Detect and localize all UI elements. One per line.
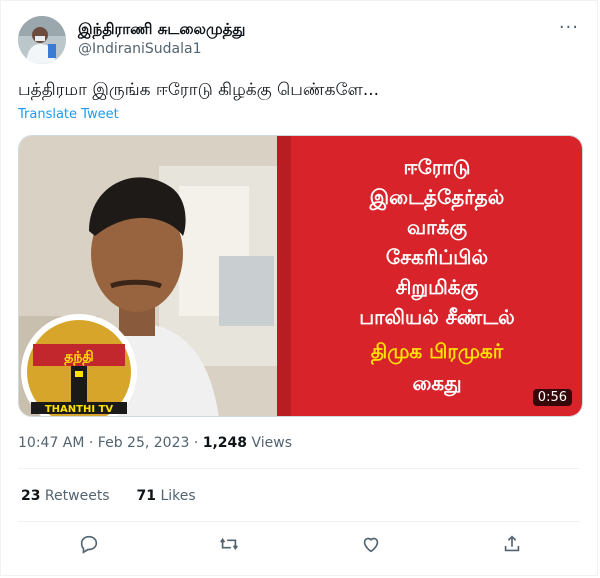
tweet-card: இந்திராணி சுடலைமுத்து @IndiraniSudala1 ·… <box>0 0 598 576</box>
media-video[interactable]: ஈரோடு இடைத்தேர்தல் வாக்கு சேகரிப்பில் சி… <box>18 135 583 417</box>
action-bar <box>1 531 599 563</box>
divider <box>18 521 580 522</box>
likes-label: Likes <box>156 488 196 504</box>
engagement-stats: 23 Retweets 71 Likes <box>21 488 196 504</box>
poster-line: பாலியல் சீண்டல் <box>359 305 514 329</box>
tweet-text: பத்திரமா இருங்க ஈரோடு கிழக்கு பெண்களே... <box>18 80 380 100</box>
poster-highlight-line: திமுக பிரமுகர் <box>371 339 504 365</box>
author-display-name[interactable]: இந்திராணி சுடலைமுத்து <box>78 20 245 40</box>
views-count: 1,248 <box>202 435 248 451</box>
share-icon[interactable] <box>501 533 527 559</box>
retweet-icon[interactable] <box>218 533 244 559</box>
retweets-count: 23 <box>21 488 41 504</box>
poster-line: ஈரோடு <box>404 155 471 179</box>
poster-line: சிறுமிக்கு <box>396 275 479 301</box>
poster-line: இடைத்தேர்தல் <box>369 185 505 211</box>
video-duration: 0:56 <box>532 389 572 406</box>
video-thumbnail: ஈரோடு இடைத்தேர்தல் வாக்கு சேகரிப்பில் சி… <box>19 136 582 416</box>
views-label: Views <box>247 435 292 451</box>
logo-bottom-text: THANTHI TV <box>45 404 114 415</box>
timestamp[interactable]: 10:47 AM · Feb 25, 2023 · <box>18 435 203 451</box>
retweets-label: Retweets <box>40 488 110 504</box>
divider <box>18 468 580 469</box>
more-options-icon[interactable]: ··· <box>559 17 579 38</box>
author-handle[interactable]: @IndiraniSudala1 <box>78 41 201 57</box>
logo-top-text: தந்தி <box>64 349 94 366</box>
translate-tweet-link[interactable]: Translate Tweet <box>18 107 119 122</box>
likes-stat[interactable]: 71 Likes <box>137 488 196 504</box>
poster-line: சேகரிப்பில் <box>386 245 488 269</box>
like-icon[interactable] <box>360 533 386 559</box>
reply-icon[interactable] <box>78 533 104 559</box>
retweets-stat[interactable]: 23 Retweets <box>21 488 110 504</box>
likes-count: 71 <box>136 488 156 504</box>
poster-highlight-line: கைது <box>412 371 461 397</box>
poster-line: வாக்கு <box>407 215 467 241</box>
tweet-metadata: 10:47 AM · Feb 25, 2023 · 1,248 Views <box>18 435 292 451</box>
avatar[interactable] <box>18 16 66 64</box>
